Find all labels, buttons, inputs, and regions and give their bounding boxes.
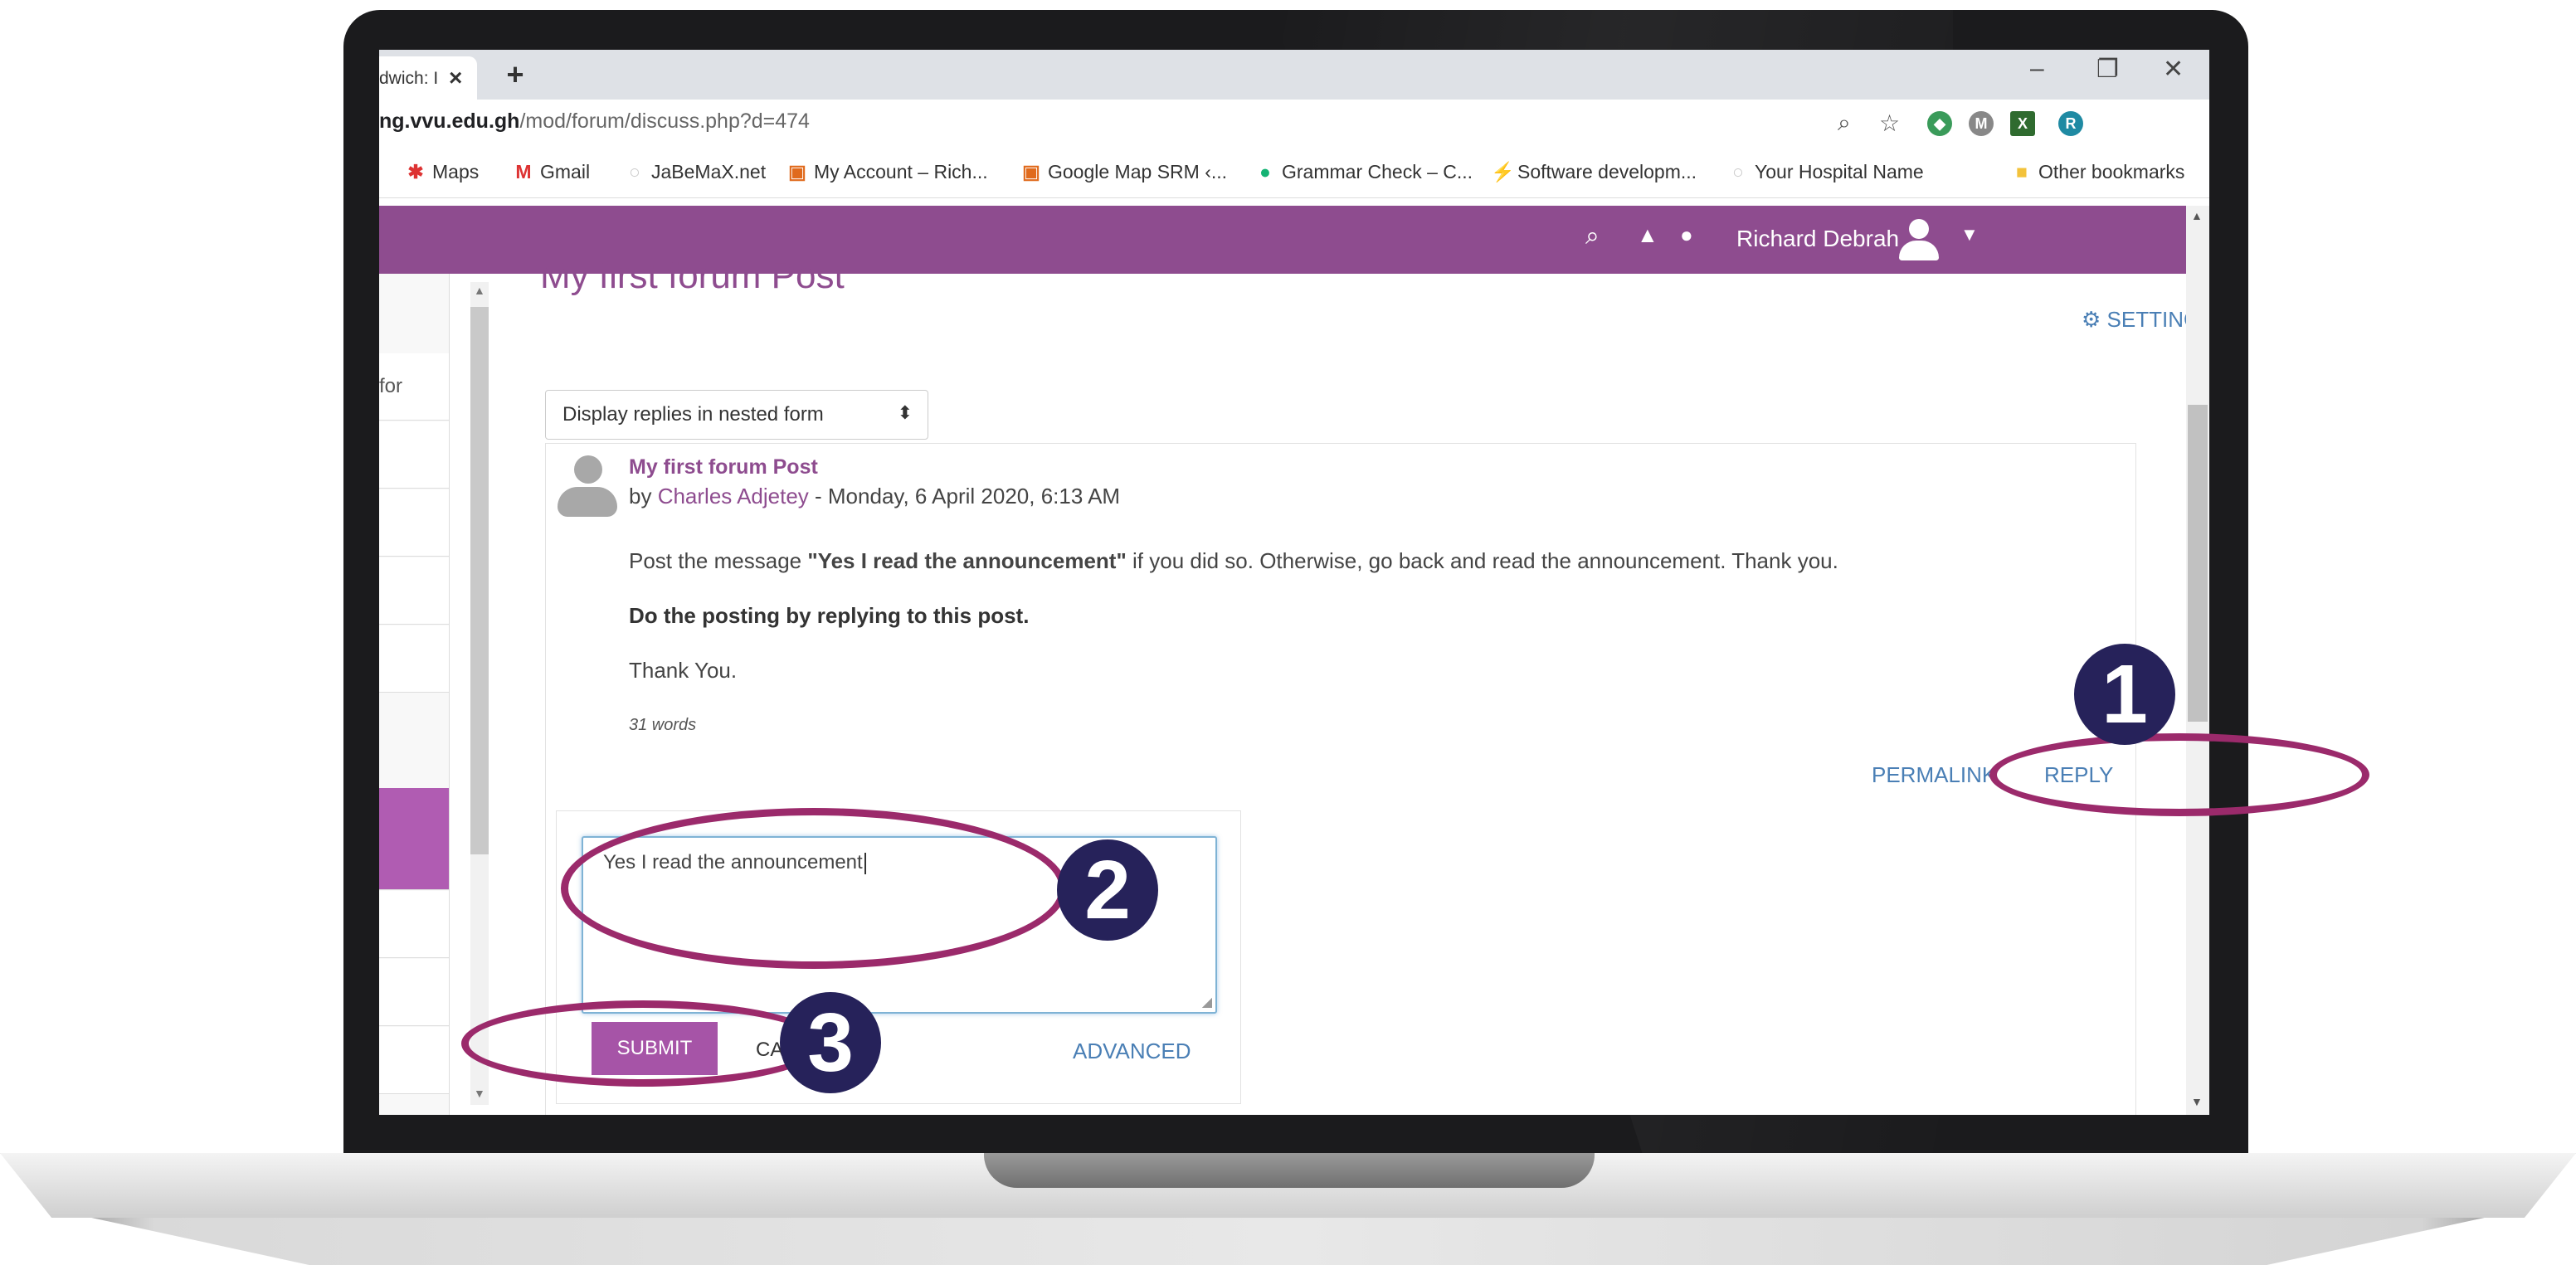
- step-badge-3: 3: [780, 992, 881, 1093]
- drawer-item[interactable]: [379, 891, 449, 958]
- bookmark-my-account[interactable]: ▣ My Account – Rich...: [787, 161, 988, 183]
- bookmarks-bar: ✱ Maps M Gmail ○ JaBeMaX.net ▣ My Account – …: [379, 148, 2209, 198]
- chevron-down-icon[interactable]: ▼: [1960, 224, 1979, 246]
- post-paragraph: Post the message "Yes I read the announc…: [629, 548, 1838, 573]
- maps-icon: ✱: [407, 161, 424, 182]
- url-text[interactable]: ng.vvu.edu.gh/mod/forum/discuss.php?d=47…: [379, 109, 810, 134]
- page-scrollbar[interactable]: ▲ ▼: [2186, 206, 2209, 1115]
- drawer-scroll-thumb[interactable]: [470, 307, 489, 854]
- annotation-ring-textarea: [561, 808, 1067, 969]
- annotation-ring-reply: [1989, 733, 2369, 816]
- step-badge-1: 1: [2074, 644, 2175, 745]
- url-path: /mod/forum/discuss.php?d=474: [519, 109, 810, 133]
- browser-screen: dwich: I × + – ❐ ✕ ng.vvu.edu.gh/mod/for…: [379, 50, 2209, 1115]
- scroll-down-icon[interactable]: ▼: [474, 1087, 485, 1100]
- url-host: ng.vvu.edu.gh: [379, 109, 520, 133]
- drawer-item[interactable]: [379, 557, 449, 625]
- globe-icon: ○: [629, 161, 640, 182]
- tab-close-icon[interactable]: ×: [449, 65, 462, 91]
- active-tab[interactable]: dwich: I ×: [379, 56, 477, 100]
- page-title: My first forum Post: [540, 255, 845, 296]
- tab-strip: dwich: I × + – ❐ ✕: [379, 50, 2209, 100]
- author-avatar-icon: [558, 455, 617, 517]
- main-content: My first forum Post ⚙ SETTINGS ▼ Display…: [515, 255, 2209, 1115]
- address-bar[interactable]: ng.vvu.edu.gh/mod/forum/discuss.php?d=47…: [379, 100, 2209, 148]
- bookmark-jabemax[interactable]: ○ JaBeMaX.net: [625, 161, 766, 183]
- bell-icon[interactable]: ▲: [1637, 222, 1658, 248]
- bolt-icon: ⚡: [1491, 161, 1515, 182]
- globe-icon: ○: [1732, 161, 1744, 182]
- extension-x-icon[interactable]: X: [2010, 111, 2035, 136]
- scroll-up-icon[interactable]: ▲: [2191, 209, 2203, 222]
- gmail-icon: M: [515, 161, 532, 182]
- bookmark-software[interactable]: ⚡ Software developm...: [1491, 161, 1697, 183]
- new-tab-button[interactable]: +: [499, 58, 532, 91]
- word-count: 31 words: [629, 716, 697, 734]
- search-icon[interactable]: ⌕: [1585, 222, 1600, 251]
- star-icon[interactable]: ☆: [1879, 109, 1900, 137]
- drawer-item[interactable]: [379, 489, 449, 557]
- grammarly-icon: ●: [1259, 161, 1271, 182]
- bookmark-google-map[interactable]: ▣ Google Map SRM ‹...: [1021, 161, 1227, 183]
- forum-post: My first forum Post by Charles Adjetey -…: [545, 443, 2136, 1115]
- drawer-item[interactable]: [379, 959, 449, 1026]
- close-window-icon[interactable]: ✕: [2163, 55, 2184, 84]
- drawer-item-label: for: [379, 375, 403, 397]
- drawer-item[interactable]: [379, 1027, 449, 1094]
- advanced-link[interactable]: ADVANCED: [1073, 1039, 1191, 1064]
- drawer-item[interactable]: for: [379, 353, 449, 421]
- folder-icon: ■: [2016, 161, 2028, 182]
- bookmark-hospital[interactable]: ○ Your Hospital Name: [1728, 161, 1924, 183]
- bookmark-grammar-check[interactable]: ● Grammar Check – C...: [1255, 161, 1473, 183]
- post-signoff: Thank You.: [629, 658, 738, 683]
- page-scroll-thumb[interactable]: [2188, 405, 2208, 722]
- user-avatar-icon[interactable]: [1896, 217, 1942, 264]
- laptop-notch: [984, 1153, 1595, 1188]
- extension-m-icon[interactable]: M: [1969, 111, 1994, 136]
- display-mode-select[interactable]: Display replies in nested form ⬍: [545, 390, 928, 440]
- step-badge-2: 2: [1057, 839, 1158, 941]
- chat-icon[interactable]: ●: [1680, 222, 1693, 248]
- minimize-icon[interactable]: –: [2030, 55, 2044, 83]
- select-arrows-icon: ⬍: [897, 402, 913, 423]
- drawer-item[interactable]: [379, 625, 449, 693]
- restore-icon[interactable]: ❐: [2096, 55, 2119, 84]
- display-mode-value: Display replies in nested form: [562, 403, 824, 426]
- tab-title: dwich: I: [379, 69, 439, 88]
- post-byline: by Charles Adjetey - Monday, 6 April 202…: [629, 484, 1121, 508]
- drawer-item-active[interactable]: [379, 788, 449, 890]
- zoom-icon[interactable]: ⌕: [1838, 109, 1851, 137]
- bookmark-icon: ▣: [788, 161, 806, 182]
- extension-icon[interactable]: ◆: [1927, 111, 1952, 136]
- scroll-down-icon[interactable]: ▼: [2191, 1095, 2203, 1108]
- bookmark-gmail[interactable]: M Gmail: [514, 161, 590, 183]
- author-link[interactable]: Charles Adjetey: [658, 484, 809, 508]
- bookmark-maps[interactable]: ✱ Maps: [406, 161, 479, 183]
- drawer-scrollbar[interactable]: ▲ ▼: [470, 282, 489, 1105]
- post-paragraph-bold: Do the posting by replying to this post.: [629, 603, 1030, 628]
- user-name[interactable]: Richard Debrah: [1736, 226, 1899, 252]
- nav-drawer: for: [379, 274, 450, 1115]
- scroll-up-icon[interactable]: ▲: [474, 284, 485, 297]
- permalink-link[interactable]: PERMALINK: [1872, 762, 1996, 788]
- gear-icon: ⚙: [2082, 307, 2101, 332]
- bookmark-other[interactable]: ■ Other bookmarks: [2012, 161, 2184, 183]
- profile-avatar[interactable]: R: [2058, 111, 2083, 136]
- drawer-item[interactable]: [379, 421, 449, 489]
- bookmark-icon: ▣: [1022, 161, 1040, 182]
- post-subject[interactable]: My first forum Post: [629, 455, 818, 479]
- annotation-ring-submit: [461, 1000, 825, 1087]
- resize-grip-icon[interactable]: ◢: [1202, 994, 1212, 1010]
